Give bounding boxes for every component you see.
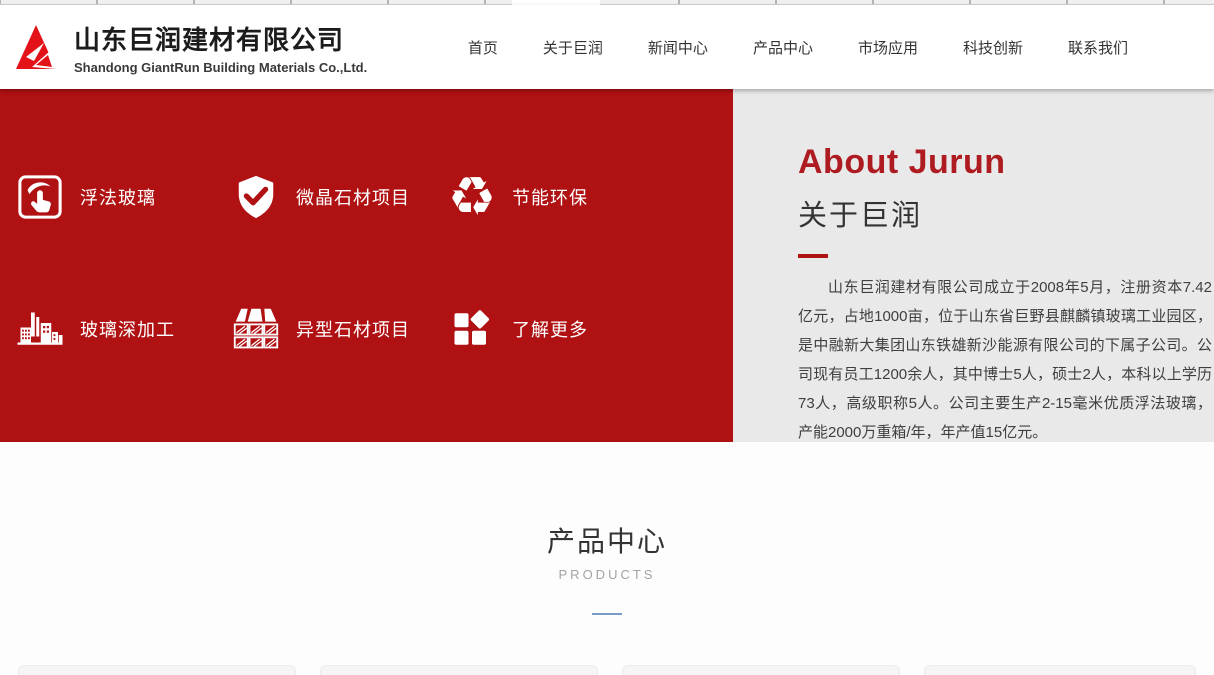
company-logo[interactable]: 山东巨润建材有限公司 Shandong GiantRun Building Ma…: [0, 20, 367, 75]
company-name-zh: 山东巨润建材有限公司: [74, 20, 367, 57]
nav-item-tech[interactable]: 科技创新: [963, 37, 1023, 58]
nav-item-market[interactable]: 市场应用: [858, 37, 918, 58]
products-title: 产品中心: [0, 520, 1214, 560]
logo-triangle-icon: [10, 21, 62, 73]
feature-shaped-stone[interactable]: 异型石材项目: [232, 299, 448, 359]
hero-section: 浮法玻璃 微晶石材项目 ♻ 节能环保: [0, 89, 1214, 442]
company-name-en: Shandong GiantRun Building Materials Co.…: [74, 60, 367, 75]
feature-glass-processing[interactable]: 玻璃深加工: [16, 299, 232, 359]
feature-eco[interactable]: ♻ 节能环保: [448, 167, 664, 227]
nav-item-news[interactable]: 新闻中心: [648, 37, 708, 58]
site-header: 山东巨润建材有限公司 Shandong GiantRun Building Ma…: [0, 5, 1214, 89]
feature-label: 异型石材项目: [296, 316, 410, 342]
squares-icon: [448, 300, 496, 358]
stone-blocks-icon: [232, 300, 280, 358]
about-paragraph: 山东巨润建材有限公司成立于2008年5月，注册资本7.42亿元，占地1000亩，…: [798, 273, 1212, 447]
feature-label: 了解更多: [512, 316, 588, 342]
about-heading-en: About Jurun: [798, 143, 1214, 182]
product-card-top: [18, 665, 296, 675]
recycle-icon: ♻: [448, 168, 496, 226]
main-nav: 首页 关于巨润 新闻中心 产品中心 市场应用 科技创新 联系我们: [468, 37, 1128, 58]
feature-label: 玻璃深加工: [80, 316, 175, 342]
feature-panel: 浮法玻璃 微晶石材项目 ♻ 节能环保: [0, 89, 733, 442]
nav-item-home[interactable]: 首页: [468, 37, 498, 58]
feature-learn-more[interactable]: 了解更多: [448, 299, 664, 359]
feature-label: 节能环保: [512, 184, 588, 210]
product-card-top: [622, 665, 900, 675]
nav-item-about[interactable]: 关于巨润: [543, 37, 603, 58]
about-heading-zh: 关于巨润: [798, 192, 1214, 234]
products-section: 产品中心 PRODUCTS: [0, 442, 1214, 615]
product-card-top: [320, 665, 598, 675]
feature-label: 浮法玻璃: [80, 184, 156, 210]
products-subtitle: PRODUCTS: [0, 567, 1214, 582]
nav-item-products[interactable]: 产品中心: [753, 37, 813, 58]
about-divider: [798, 254, 828, 258]
feature-microcrystal-stone[interactable]: 微晶石材项目: [232, 167, 448, 227]
factory-icon: [16, 300, 64, 358]
products-divider: [592, 613, 622, 615]
product-card-top: [924, 665, 1196, 675]
touch-icon: [16, 168, 64, 226]
product-card-row: [0, 665, 1214, 675]
nav-item-contact[interactable]: 联系我们: [1068, 37, 1128, 58]
shield-check-icon: [232, 168, 280, 226]
feature-float-glass[interactable]: 浮法玻璃: [16, 167, 232, 227]
about-panel: About Jurun 关于巨润 山东巨润建材有限公司成立于2008年5月，注册…: [733, 89, 1214, 442]
feature-label: 微晶石材项目: [296, 184, 410, 210]
